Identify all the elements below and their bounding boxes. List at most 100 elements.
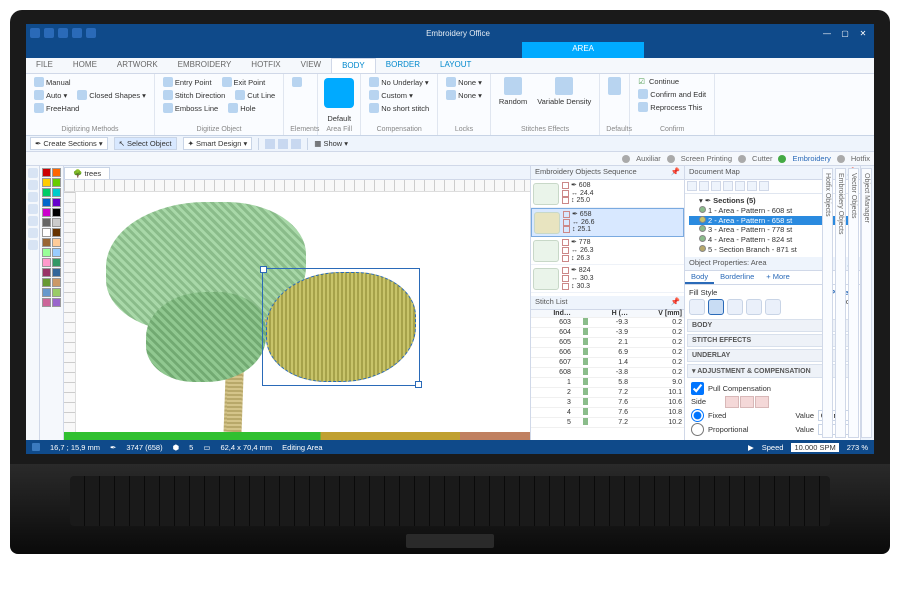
btn-defaults[interactable]	[606, 76, 623, 96]
panel-pin-icon[interactable]: 📌	[671, 167, 680, 178]
tab-home[interactable]: HOME	[63, 58, 107, 73]
color-swatch[interactable]	[52, 228, 61, 237]
minimize-button[interactable]: —	[820, 29, 834, 38]
quick-access-toolbar[interactable]	[30, 28, 96, 38]
side-tab[interactable]: Object Manager	[861, 168, 872, 438]
close-button[interactable]: ✕	[856, 29, 870, 38]
color-swatch[interactable]	[52, 218, 61, 227]
color-swatch[interactable]	[42, 228, 51, 237]
color-swatch[interactable]	[42, 288, 51, 297]
color-swatch[interactable]	[52, 278, 61, 287]
stitch-row[interactable]: 57.210.2	[531, 418, 684, 428]
btn-no-short-stitch[interactable]: No short stitch	[367, 102, 431, 114]
elements-gallery[interactable]	[290, 76, 311, 88]
maximize-button[interactable]: ▢	[838, 29, 852, 38]
stitch-row[interactable]: 37.610.6	[531, 398, 684, 408]
stitch-row[interactable]: 608-3.80.2	[531, 368, 684, 378]
btn-variable-density[interactable]: Variable Density	[535, 76, 593, 107]
color-swatch[interactable]	[52, 248, 61, 257]
btn-create-sections[interactable]: ✒ Create Sections ▾	[30, 137, 108, 150]
stitch-row[interactable]: 6052.10.2	[531, 338, 684, 348]
btn-confirm-edit[interactable]: Confirm and Edit	[636, 88, 708, 100]
stitch-row[interactable]: 47.610.8	[531, 408, 684, 418]
btn-lock-none-1[interactable]: None ▾	[444, 76, 484, 88]
layer-hotfix-dot[interactable]	[837, 155, 845, 163]
side-tab[interactable]: Vector Objects	[848, 168, 859, 438]
status-speed[interactable]: 10.000 SPM	[791, 443, 838, 452]
stitch-row[interactable]: 27.210.1	[531, 388, 684, 398]
tab-body[interactable]: BODY	[331, 58, 376, 73]
color-swatch[interactable]	[52, 238, 61, 247]
side-tab[interactable]: Hotfix Objects	[822, 168, 833, 438]
color-swatch[interactable]	[42, 268, 51, 277]
color-swatch[interactable]	[42, 258, 51, 267]
selection-handles[interactable]	[262, 268, 420, 386]
side-tab[interactable]: Embroidery Objects	[835, 168, 846, 438]
stitch-row[interactable]: 603-9.30.2	[531, 318, 684, 328]
sequence-item[interactable]: ✒ 608 ↔ 24.4 ↕ 25.0	[531, 180, 684, 208]
color-swatch[interactable]	[42, 278, 51, 287]
document-tab[interactable]: 🌳 trees	[64, 167, 110, 179]
sequence-item[interactable]: ✒ 658 ↔ 26.6 ↕ 25.1	[531, 208, 684, 237]
zoom-icons[interactable]	[265, 139, 301, 149]
layer-screenprint-dot[interactable]	[667, 155, 675, 163]
btn-smart-design[interactable]: ✦ Smart Design ▾	[183, 137, 253, 150]
panel-pin-icon[interactable]: 📌	[671, 297, 680, 308]
color-swatch[interactable]	[52, 208, 61, 217]
stitch-row[interactable]: 6066.90.2	[531, 348, 684, 358]
right-side-tabs[interactable]: Object ManagerVector ObjectsEmbroidery O…	[860, 166, 874, 440]
area-fill-icon[interactable]	[324, 78, 354, 108]
btn-freehand[interactable]: FreeHand	[32, 102, 81, 114]
btn-show[interactable]: ▦ Show ▾	[314, 139, 348, 148]
btn-default-fill[interactable]: Default	[324, 113, 354, 124]
status-zoom[interactable]: 273 %	[847, 443, 868, 452]
color-swatch[interactable]	[52, 298, 61, 307]
side-selector[interactable]	[725, 396, 769, 408]
layer-cutter-dot[interactable]	[738, 155, 746, 163]
color-palette[interactable]	[40, 166, 64, 440]
color-swatch[interactable]	[52, 178, 61, 187]
proptab-body[interactable]: Body	[685, 271, 714, 284]
tab-view[interactable]: VIEW	[291, 58, 331, 73]
btn-custom[interactable]: Custom ▾	[367, 89, 431, 101]
color-swatch[interactable]	[52, 188, 61, 197]
stitch-row[interactable]: 15.89.0	[531, 378, 684, 388]
layer-embroidery[interactable]: Embroidery	[792, 154, 830, 163]
tab-file[interactable]: FILE	[26, 58, 63, 73]
radio-proportional[interactable]	[691, 423, 704, 436]
color-swatch[interactable]	[42, 218, 51, 227]
color-swatch[interactable]	[42, 178, 51, 187]
btn-emboss-line[interactable]: Emboss Line	[161, 102, 220, 114]
sequence-item[interactable]: ✒ 824 ↔ 30.3 ↕ 30.3	[531, 265, 684, 293]
docmap-toolbar[interactable]: ☑ All	[685, 180, 860, 194]
tab-hotfix[interactable]: HOTFIX	[241, 58, 290, 73]
btn-lock-none-2[interactable]: None ▾	[444, 89, 484, 101]
color-swatch[interactable]	[42, 238, 51, 247]
btn-no-underlay[interactable]: No Underlay ▾	[367, 76, 431, 88]
color-swatch[interactable]	[42, 298, 51, 307]
layer-cutter[interactable]: Cutter	[752, 154, 772, 163]
color-swatch[interactable]	[52, 268, 61, 277]
design-canvas[interactable]	[76, 192, 530, 432]
sequence-item[interactable]: ✒ 778 ↔ 26.3 ↕ 26.3	[531, 237, 684, 265]
btn-select-object[interactable]: ↖ Select Object	[114, 137, 177, 150]
tab-artwork[interactable]: ARTWORK	[107, 58, 168, 73]
btn-auto[interactable]: Auto ▾	[32, 89, 69, 101]
color-swatch[interactable]	[42, 168, 51, 177]
radio-fixed[interactable]	[691, 409, 704, 422]
color-swatch[interactable]	[42, 208, 51, 217]
btn-stitch-direction[interactable]: Stitch Direction	[161, 89, 227, 101]
color-swatch[interactable]	[52, 288, 61, 297]
chk-pull-compensation[interactable]	[691, 382, 704, 395]
btn-closed-shapes[interactable]: Closed Shapes ▾	[75, 89, 148, 101]
btn-hole[interactable]: Hole	[226, 102, 257, 114]
layer-embroidery-dot[interactable]	[778, 155, 786, 163]
stitch-progress-bar[interactable]	[64, 432, 530, 440]
tab-border[interactable]: BORDER	[376, 58, 430, 73]
btn-random[interactable]: Random	[497, 76, 529, 107]
stitch-row[interactable]: 604-3.90.2	[531, 328, 684, 338]
color-swatch[interactable]	[42, 198, 51, 207]
tab-embroidery[interactable]: EMBROIDERY	[168, 58, 242, 73]
btn-cut-line[interactable]: Cut Line	[233, 89, 277, 101]
btn-reprocess[interactable]: Reprocess This	[636, 101, 708, 113]
